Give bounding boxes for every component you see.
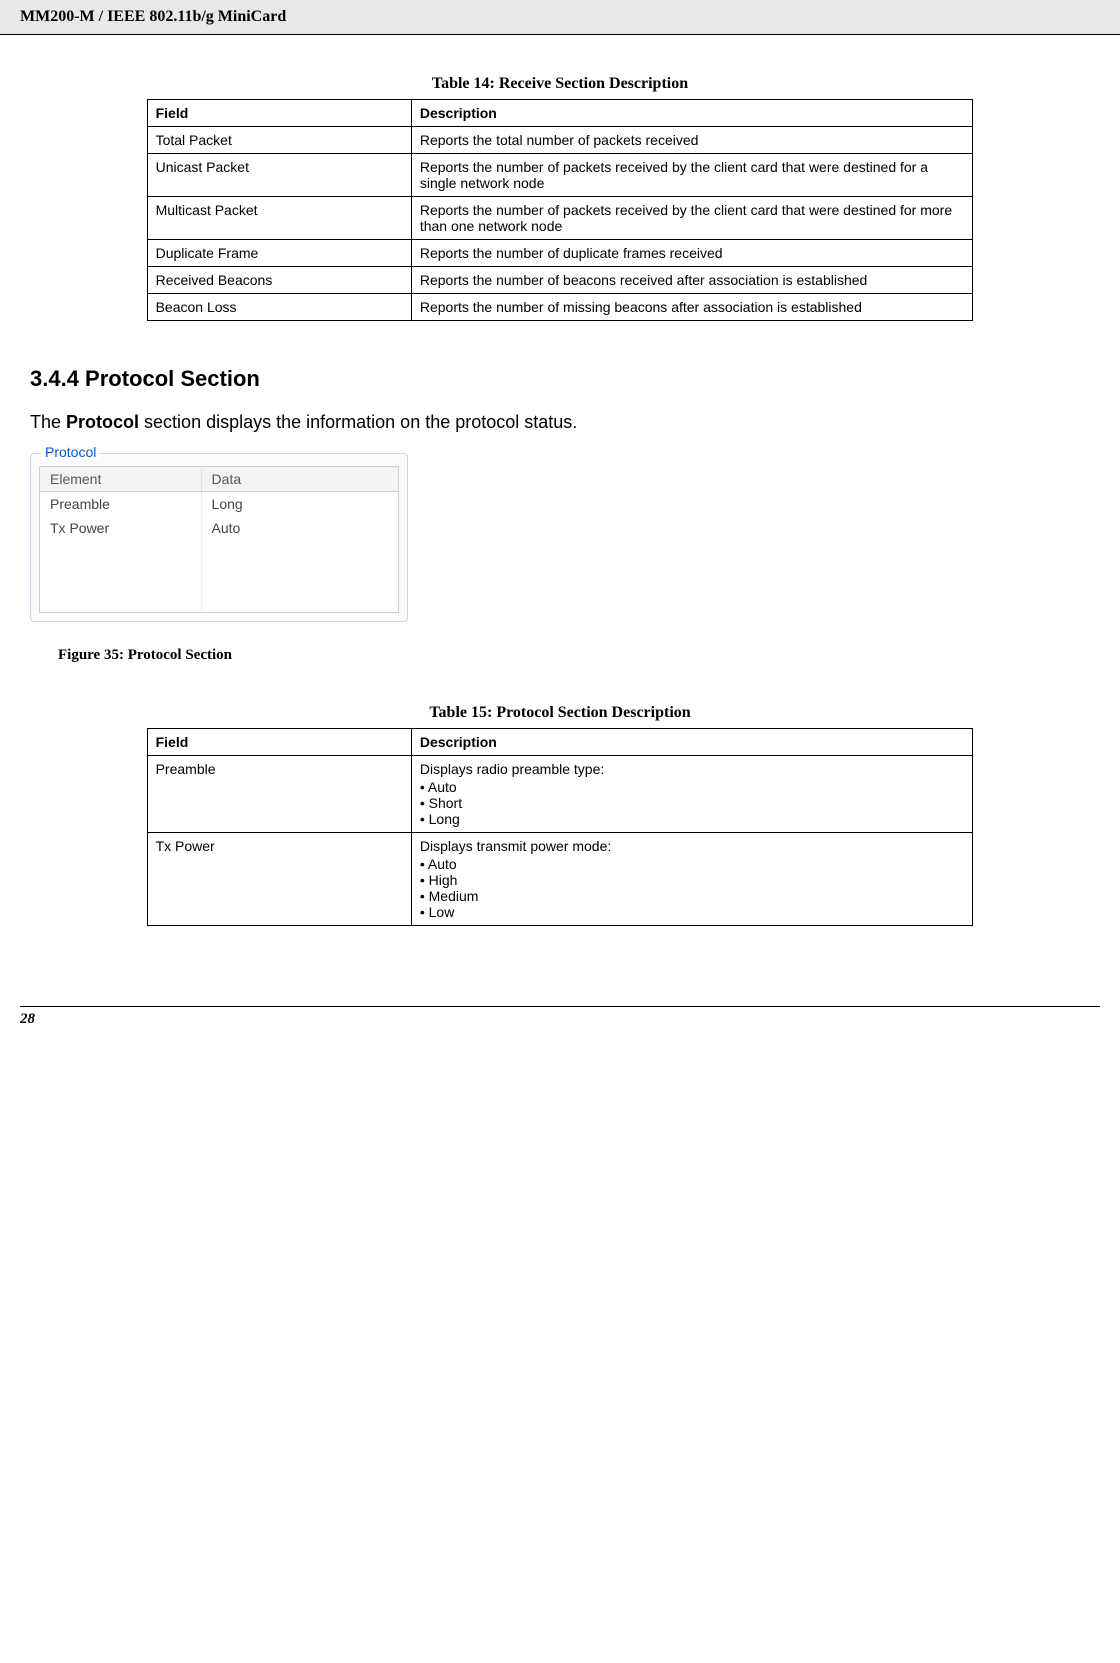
table15-lead: Displays radio preamble type: [420,761,604,777]
table14-field: Beacon Loss [147,294,411,321]
table14-desc: Reports the number of missing beacons af… [411,294,973,321]
bullet-item: Long [420,811,965,827]
table15: Field Description Preamble Displays radi… [147,728,974,926]
table15-header-field: Field [147,729,411,756]
protocol-legend: Protocol [41,444,100,460]
table-row: Beacon Loss Reports the number of missin… [147,294,973,321]
header-title: MM200-M / IEEE 802.11b/g MiniCard [20,8,286,25]
table14: Field Description Total Packet Reports t… [147,99,974,321]
bullet-item: High [420,872,965,888]
table15-field: Tx Power [147,833,411,926]
page-number: 28 [20,1011,35,1027]
table14-field: Multicast Packet [147,197,411,240]
table14-field: Received Beacons [147,267,411,294]
protocol-element: Tx Power [40,516,202,540]
page-footer: 28 [20,1006,1100,1028]
bullet-list: Auto Short Long [420,779,965,827]
table14-field: Unicast Packet [147,154,411,197]
bullet-item: Auto [420,779,965,795]
protocol-element: Preamble [40,492,202,517]
table14-field: Duplicate Frame [147,240,411,267]
body-prefix: The [30,412,66,432]
page-content: Table 14: Receive Section Description Fi… [0,35,1120,946]
table-row: Unicast Packet Reports the number of pac… [147,154,973,197]
table-row: Total Packet Reports the total number of… [147,127,973,154]
protocol-panel: Protocol Element Data Preamble Long Tx P… [30,453,408,622]
list-item [40,564,399,588]
table15-desc: Displays radio preamble type: Auto Short… [411,756,973,833]
table14-header-description: Description [411,100,973,127]
bullet-item: Low [420,904,965,920]
table14-desc: Reports the number of beacons received a… [411,267,973,294]
table14-header-field: Field [147,100,411,127]
table14-field: Total Packet [147,127,411,154]
table-row: Received Beacons Reports the number of b… [147,267,973,294]
list-item: Preamble Long [40,492,399,517]
figure35-caption: Figure 35: Protocol Section [58,647,1090,664]
list-item: Tx Power Auto [40,516,399,540]
table14-desc: Reports the number of packets received b… [411,197,973,240]
bullet-item: Auto [420,856,965,872]
table15-field: Preamble [147,756,411,833]
table15-caption: Table 15: Protocol Section Description [30,704,1090,722]
table-row: Preamble Displays radio preamble type: A… [147,756,973,833]
list-item [40,588,399,613]
table14-desc: Reports the number of duplicate frames r… [411,240,973,267]
protocol-data: Auto [201,516,398,540]
protocol-header-element: Element [40,467,202,492]
protocol-header-data: Data [201,467,398,492]
table14-desc: Reports the number of packets received b… [411,154,973,197]
protocol-table: Element Data Preamble Long Tx Power Auto [39,466,399,613]
section-body: The Protocol section displays the inform… [30,412,1090,433]
bullet-item: Medium [420,888,965,904]
table14-caption: Table 14: Receive Section Description [30,75,1090,93]
table15-desc: Displays transmit power mode: Auto High … [411,833,973,926]
page-header: MM200-M / IEEE 802.11b/g MiniCard [0,0,1120,35]
table15-lead: Displays transmit power mode: [420,838,611,854]
bullet-list: Auto High Medium Low [420,856,965,920]
body-suffix: section displays the information on the … [139,412,577,432]
list-item [40,540,399,564]
bullet-item: Short [420,795,965,811]
table15-header-description: Description [411,729,973,756]
table14-desc: Reports the total number of packets rece… [411,127,973,154]
table-row: Multicast Packet Reports the number of p… [147,197,973,240]
protocol-data: Long [201,492,398,517]
section-heading: 3.4.4 Protocol Section [30,366,1090,392]
table-row: Tx Power Displays transmit power mode: A… [147,833,973,926]
body-bold: Protocol [66,412,139,432]
table-row: Duplicate Frame Reports the number of du… [147,240,973,267]
